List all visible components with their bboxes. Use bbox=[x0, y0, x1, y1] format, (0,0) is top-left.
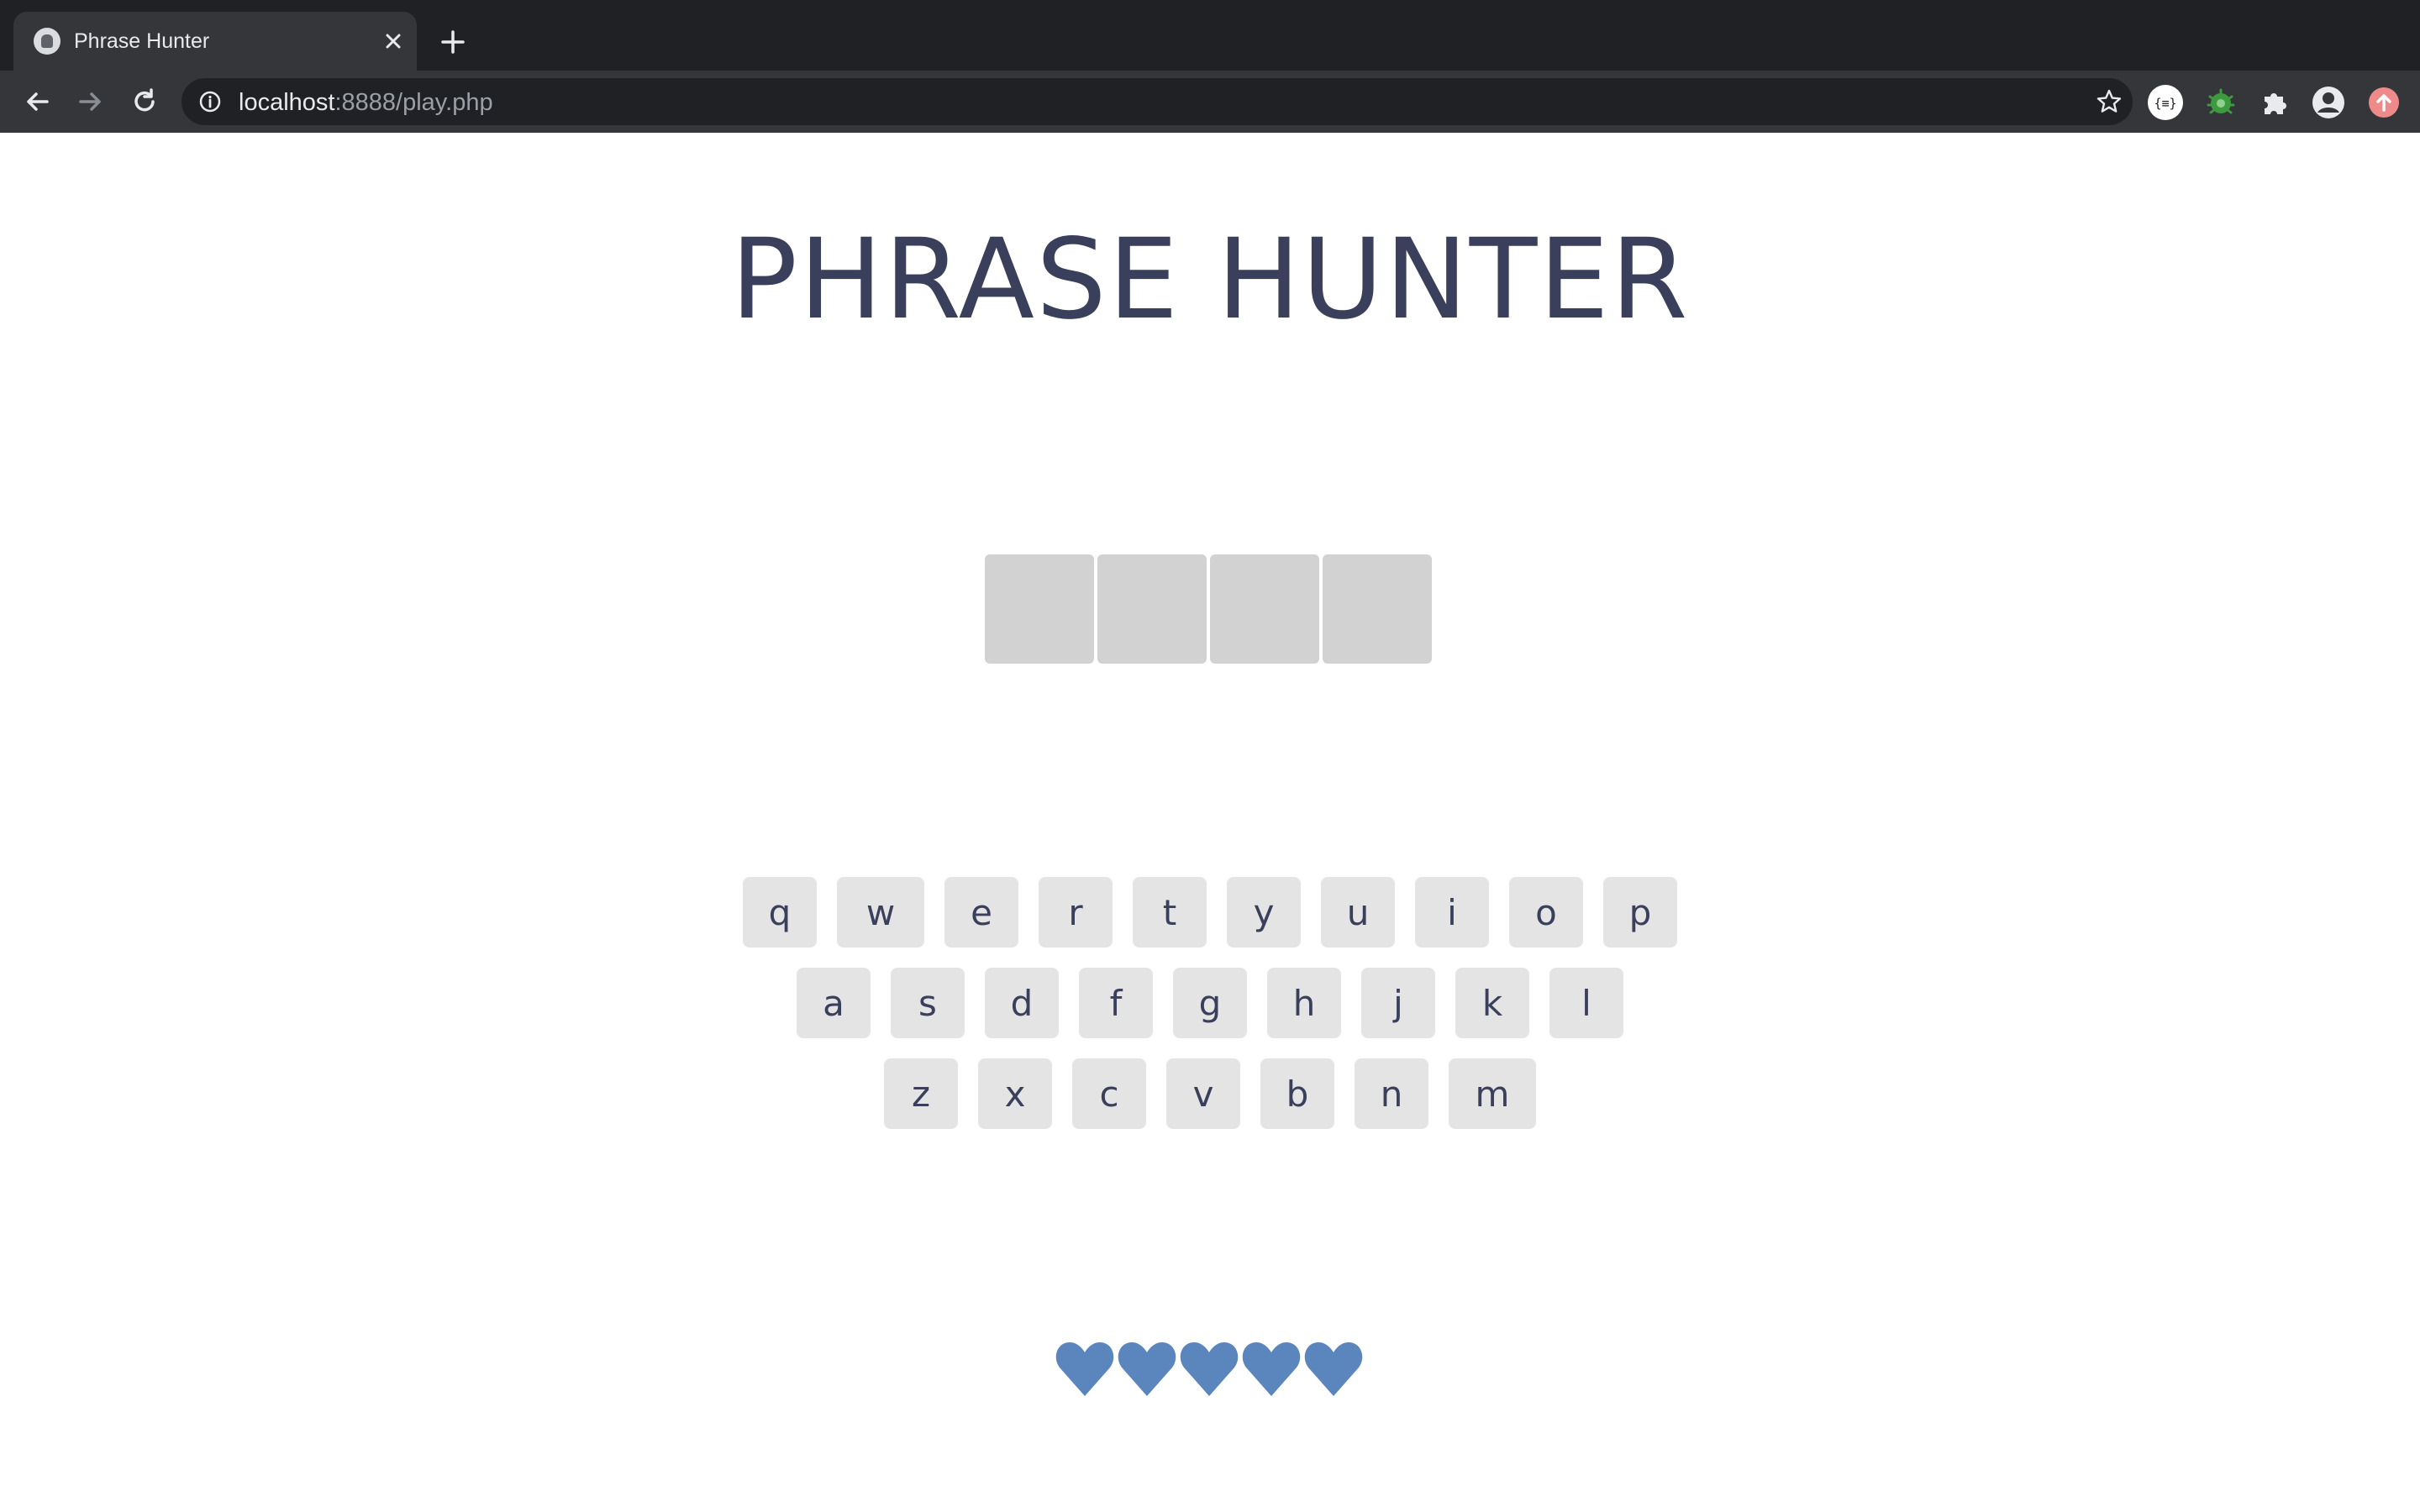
key-r[interactable]: r bbox=[1039, 877, 1113, 948]
game-page: PHRASE HUNTER qwertyuiop asdfghjkl zxcvb… bbox=[0, 133, 2420, 1512]
key-h[interactable]: h bbox=[1267, 968, 1341, 1038]
site-info-icon[interactable] bbox=[198, 90, 222, 113]
lives-display bbox=[1054, 1337, 1365, 1399]
bug-extension-icon[interactable] bbox=[2203, 85, 2238, 120]
heart-life-icon bbox=[1055, 1342, 1114, 1396]
hidden-letter-box bbox=[1323, 554, 1432, 664]
key-q[interactable]: q bbox=[743, 877, 817, 948]
keyboard-row-1: qwertyuiop bbox=[0, 877, 2420, 948]
svg-text:{≡}: {≡} bbox=[2154, 96, 2176, 111]
key-l[interactable]: l bbox=[1549, 968, 1623, 1038]
key-t[interactable]: t bbox=[1133, 877, 1207, 948]
key-x[interactable]: x bbox=[978, 1058, 1052, 1129]
key-c[interactable]: c bbox=[1072, 1058, 1146, 1129]
phrase-display bbox=[985, 554, 1432, 664]
heart-life-icon bbox=[1242, 1342, 1301, 1396]
key-k[interactable]: k bbox=[1455, 968, 1529, 1038]
hidden-letter-box bbox=[985, 554, 1094, 664]
puzzle-piece-icon[interactable] bbox=[2257, 85, 2292, 120]
keyboard-row-2: asdfghjkl bbox=[0, 968, 2420, 1038]
key-f[interactable]: f bbox=[1079, 968, 1153, 1038]
keyboard-row-3: zxcvbnm bbox=[0, 1058, 2420, 1129]
bookmark-star-icon[interactable] bbox=[2096, 88, 2123, 115]
game-title: PHRASE HUNTER bbox=[730, 215, 1690, 344]
key-d[interactable]: d bbox=[985, 968, 1059, 1038]
hidden-letter-box bbox=[1097, 554, 1207, 664]
tab-strip: Phrase Hunter bbox=[0, 0, 2420, 71]
key-s[interactable]: s bbox=[891, 968, 965, 1038]
url-host: localhost bbox=[239, 89, 335, 116]
key-a[interactable]: a bbox=[797, 968, 871, 1038]
address-bar[interactable]: localhost:8888/play.php bbox=[182, 78, 2133, 125]
new-tab-icon[interactable] bbox=[436, 25, 470, 59]
heart-life-icon bbox=[1304, 1342, 1363, 1396]
heart-life-icon bbox=[1118, 1342, 1176, 1396]
key-z[interactable]: z bbox=[884, 1058, 958, 1129]
key-i[interactable]: i bbox=[1415, 877, 1489, 948]
forward-arrow-icon[interactable] bbox=[74, 85, 108, 118]
json-viewer-icon[interactable]: {≡} bbox=[2148, 85, 2183, 120]
tab-close-icon[interactable] bbox=[378, 26, 408, 56]
profile-avatar-icon[interactable] bbox=[2311, 85, 2346, 120]
browser-tab[interactable]: Phrase Hunter bbox=[13, 12, 417, 71]
key-w[interactable]: w bbox=[837, 877, 924, 948]
tab-title: Phrase Hunter bbox=[74, 29, 210, 53]
hidden-letter-box bbox=[1210, 554, 1319, 664]
key-b[interactable]: b bbox=[1260, 1058, 1334, 1129]
back-arrow-icon[interactable] bbox=[20, 85, 54, 118]
update-icon[interactable] bbox=[2366, 85, 2402, 120]
key-e[interactable]: e bbox=[944, 877, 1018, 948]
key-p[interactable]: p bbox=[1603, 877, 1677, 948]
reload-icon[interactable] bbox=[128, 85, 161, 118]
onscreen-keyboard: qwertyuiop asdfghjkl zxcvbnm bbox=[0, 877, 2420, 1149]
key-o[interactable]: o bbox=[1509, 877, 1583, 948]
favicon-icon bbox=[34, 28, 60, 55]
heart-life-icon bbox=[1180, 1342, 1239, 1396]
key-m[interactable]: m bbox=[1449, 1058, 1536, 1129]
key-n[interactable]: n bbox=[1355, 1058, 1428, 1129]
browser-toolbar: localhost:8888/play.php {≡} bbox=[0, 71, 2420, 134]
url-path: :8888/play.php bbox=[334, 89, 493, 116]
key-v[interactable]: v bbox=[1166, 1058, 1240, 1129]
key-u[interactable]: u bbox=[1321, 877, 1395, 948]
url-text[interactable]: localhost:8888/play.php bbox=[239, 89, 493, 116]
key-j[interactable]: j bbox=[1361, 968, 1435, 1038]
key-g[interactable]: g bbox=[1173, 968, 1247, 1038]
key-y[interactable]: y bbox=[1227, 877, 1301, 948]
